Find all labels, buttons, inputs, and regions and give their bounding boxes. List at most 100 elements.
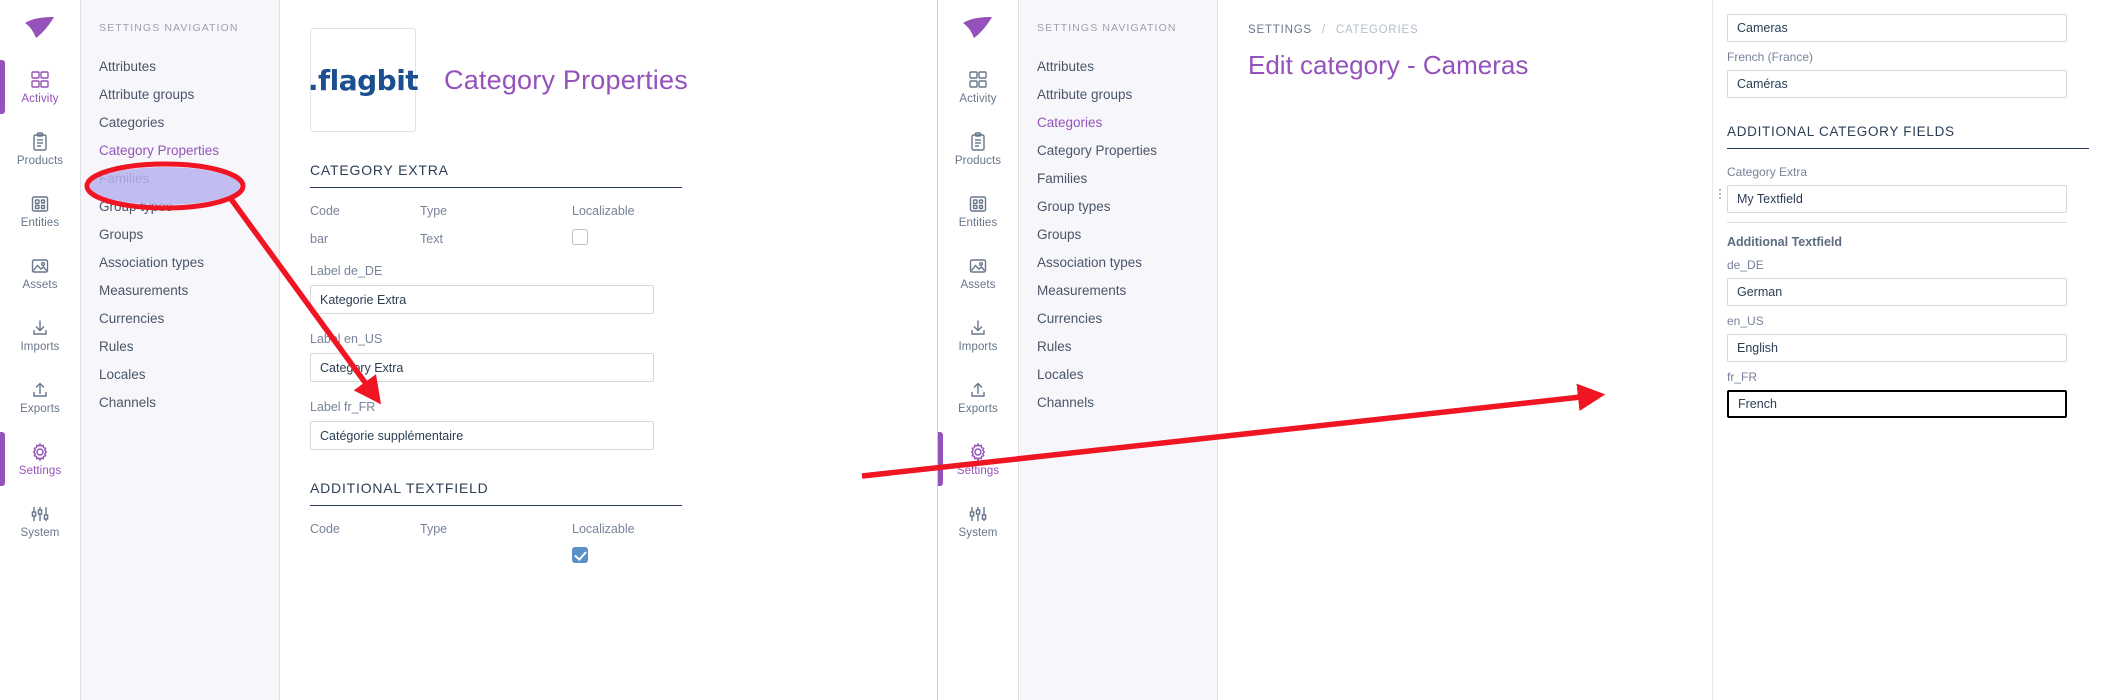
settings-navigation-right: SETTINGS NAVIGATION Attributes Attribute… — [1018, 0, 1218, 700]
page-title: Category Properties — [444, 64, 688, 95]
rail-item-settings-2[interactable]: Settings — [938, 428, 1018, 490]
upload-icon — [33, 382, 47, 397]
sidebar-item-channels[interactable]: Channels — [81, 388, 279, 416]
breadcrumb-settings[interactable]: SETTINGS — [1248, 24, 1312, 36]
rail-label-exports-2: Exports — [958, 402, 998, 415]
settings-navigation-title: SETTINGS NAVIGATION — [99, 22, 239, 34]
sidebar-item-attribute-groups[interactable]: Attribute groups — [81, 80, 279, 108]
rail-item-settings[interactable]: Settings — [0, 428, 80, 490]
sidebar-item-measurements-2[interactable]: Measurements — [1019, 276, 1217, 304]
sidebar-item-families-2[interactable]: Families — [1019, 164, 1217, 192]
rail-item-products[interactable]: Products — [0, 118, 80, 180]
category-properties-content: .flagbit Category Properties CATEGORY EX… — [280, 0, 938, 700]
field-category-extra-caption: Category Extra — [1727, 165, 1808, 179]
field-french-france-caption: French (France) — [1727, 50, 1814, 64]
field-label-fr-fr-caption: Label fr_FR — [310, 400, 376, 414]
field-additional-de-de-caption: de_DE — [1727, 258, 1764, 272]
sidebar-item-group-types-2[interactable]: Group types — [1019, 192, 1217, 220]
rail-label-entities-2: Entities — [958, 216, 998, 229]
sidebar-item-attribute-groups-2[interactable]: Attribute groups — [1019, 80, 1217, 108]
field-additional-fr-fr: fr_FR French — [1727, 370, 2090, 418]
rail-item-activity[interactable]: Activity — [0, 56, 80, 118]
meta-col-type: Type Text — [420, 204, 572, 246]
sidebar-item-attributes[interactable]: Attributes — [81, 52, 279, 80]
breadcrumb-separator: / — [1321, 24, 1326, 36]
meta-col-localizable-2: Localizable — [572, 522, 682, 563]
field-english-label-input[interactable]: Cameras — [1727, 14, 2067, 42]
section-divider-additional-category-fields — [1727, 148, 2089, 149]
left-icon-rail: Activity Products Entities Assets Import… — [0, 0, 80, 700]
meta-col-code: Code bar — [310, 204, 420, 246]
sidebar-item-currencies[interactable]: Currencies — [81, 304, 279, 332]
sidebar-item-rules-2[interactable]: Rules — [1019, 332, 1217, 360]
sidebar-item-groups-2[interactable]: Groups — [1019, 220, 1217, 248]
field-category-extra-input[interactable]: My Textfield — [1727, 185, 2067, 213]
meta-row-additional-textfield: Code Type Localizable — [310, 522, 938, 563]
rail-label-products: Products — [16, 154, 64, 167]
localizable-checkbox-2[interactable] — [572, 547, 588, 563]
rail-label-activity-2: Activity — [959, 92, 997, 105]
rail-label-system: System — [20, 526, 60, 539]
field-additional-en-us-input[interactable]: English — [1727, 334, 2067, 362]
properties-header: .flagbit Category Properties — [308, 28, 938, 132]
edit-category-title: Edit category - Cameras — [1248, 50, 1529, 80]
field-label-fr-fr-input[interactable]: Catégorie supplémentaire — [310, 421, 654, 450]
meta-value-code: bar — [310, 232, 329, 246]
field-label-en-us-caption: Label en_US — [310, 332, 383, 346]
field-additional-fr-fr-input[interactable]: French — [1727, 390, 2067, 418]
field-additional-de-de-input[interactable]: German — [1727, 278, 2067, 306]
field-category-extra: Category Extra My Textfield — [1719, 165, 2090, 213]
category-properties-pane: Activity Products Entities Assets Import… — [0, 0, 938, 700]
sidebar-item-association-types-2[interactable]: Association types — [1019, 248, 1217, 276]
rail-item-exports-2[interactable]: Exports — [938, 366, 1018, 428]
sidebar-item-categories[interactable]: Categories — [81, 108, 279, 136]
sliders-icon — [31, 506, 49, 521]
rail-item-imports-2[interactable]: Imports — [938, 304, 1018, 366]
rail-label-products-2: Products — [954, 154, 1002, 167]
rail-item-entities[interactable]: Entities — [0, 180, 80, 242]
field-label-en-us-input[interactable]: Category Extra — [310, 353, 654, 382]
sidebar-item-groups[interactable]: Groups — [81, 220, 279, 248]
download-icon-2 — [971, 320, 985, 335]
breadcrumb-categories[interactable]: CATEGORIES — [1336, 24, 1419, 36]
sidebar-item-locales-2[interactable]: Locales — [1019, 360, 1217, 388]
localizable-checkbox[interactable] — [572, 229, 588, 245]
rail-item-products-2[interactable]: Products — [938, 118, 1018, 180]
field-label-fr-fr: Label fr_FR Catégorie supplémentaire — [310, 400, 938, 450]
sidebar-item-rules[interactable]: Rules — [81, 332, 279, 360]
sidebar-item-category-properties[interactable]: Category Properties — [81, 136, 279, 164]
rail-item-exports[interactable]: Exports — [0, 366, 80, 428]
sidebar-item-currencies-2[interactable]: Currencies — [1019, 304, 1217, 332]
akeneo-logo-icon-2 — [963, 17, 992, 38]
entities-grid-icon-2 — [969, 195, 987, 212]
sidebar-item-association-types[interactable]: Association types — [81, 248, 279, 276]
upload-icon-2 — [971, 382, 985, 397]
rail-item-entities-2[interactable]: Entities — [938, 180, 1018, 242]
sidebar-item-locales[interactable]: Locales — [81, 360, 279, 388]
sidebar-item-categories-2[interactable]: Categories — [1019, 108, 1217, 136]
rail-item-system[interactable]: System — [0, 490, 80, 552]
field-label-de-de-input[interactable]: Kategorie Extra — [310, 285, 654, 314]
rail-item-imports[interactable]: Imports — [0, 304, 80, 366]
sidebar-item-attributes-2[interactable]: Attributes — [1019, 52, 1217, 80]
clipboard-icon — [33, 131, 47, 151]
akeneo-logo — [0, 8, 80, 52]
rail-label-assets: Assets — [22, 278, 58, 291]
group-label-additional-textfield: Additional Textfield — [1727, 235, 1843, 249]
rail-item-assets-2[interactable]: Assets — [938, 242, 1018, 304]
sidebar-item-channels-2[interactable]: Channels — [1019, 388, 1217, 416]
meta-col-localizable: Localizable — [572, 204, 682, 246]
field-french-france-input[interactable]: Caméras — [1727, 70, 2067, 98]
rail-label-exports: Exports — [20, 402, 60, 415]
meta-label-code-2: Code — [310, 522, 340, 536]
clipboard-icon-2 — [971, 131, 985, 151]
rail-item-activity-2[interactable]: Activity — [938, 56, 1018, 118]
field-additional-en-us: en_US English — [1727, 314, 2090, 362]
sidebar-item-measurements[interactable]: Measurements — [81, 276, 279, 304]
field-label-en-us: Label en_US Category Extra — [310, 332, 938, 382]
rail-item-system-2[interactable]: System — [938, 490, 1018, 552]
rail-item-assets[interactable]: Assets — [0, 242, 80, 304]
sidebar-item-category-properties-2[interactable]: Category Properties — [1019, 136, 1217, 164]
meta-label-localizable: Localizable — [572, 204, 635, 218]
drag-handle-icon[interactable] — [1719, 189, 1721, 199]
